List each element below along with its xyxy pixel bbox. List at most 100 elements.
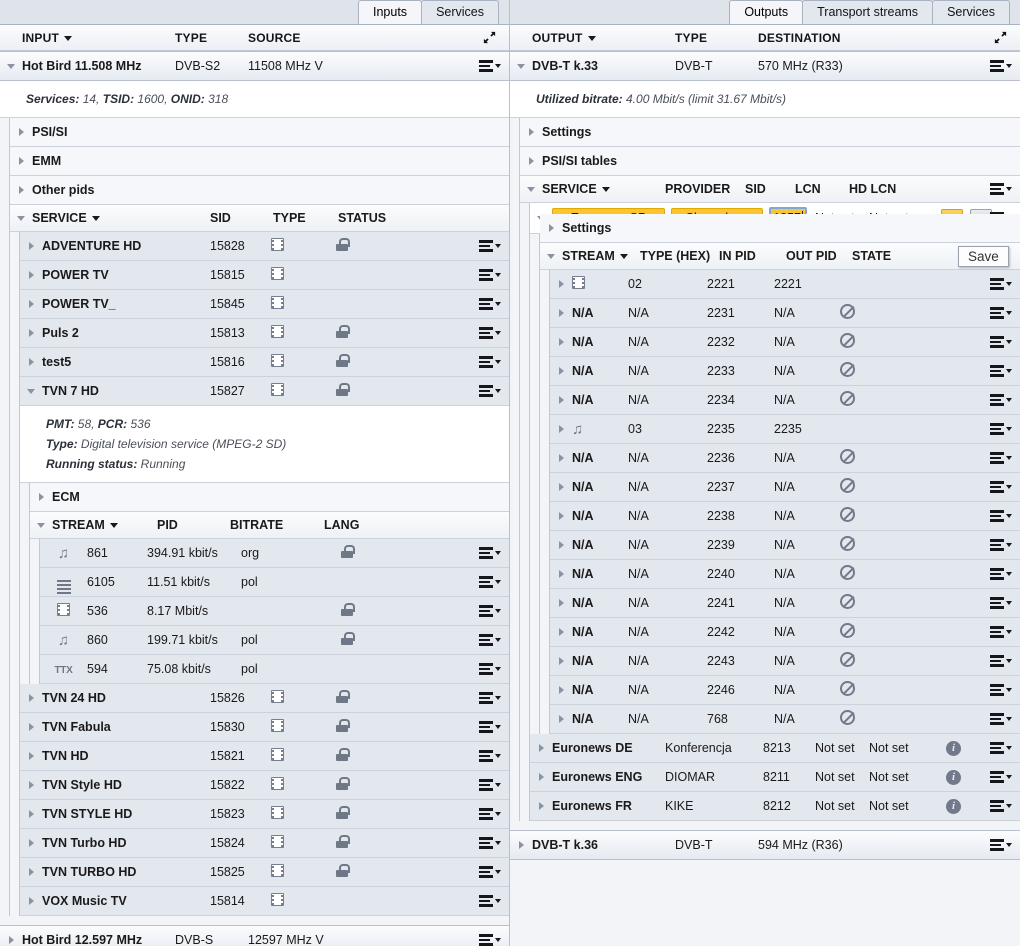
collapse-triangle-icon[interactable]	[20, 388, 42, 394]
column-source[interactable]: SOURCE	[248, 31, 301, 45]
expand-triangle-icon[interactable]	[550, 599, 572, 607]
table-row[interactable]: TVN TURBO HD 15825	[20, 858, 509, 887]
column-status[interactable]: STATUS	[338, 211, 386, 225]
column-bitrate[interactable]: BITRATE	[230, 518, 324, 532]
list-item[interactable]: N/A N/A 2246 N/A	[550, 676, 1020, 705]
row-menu-button[interactable]	[990, 763, 1012, 791]
list-item[interactable]: N/A N/A 2237 N/A	[550, 473, 1020, 502]
row-menu-button[interactable]	[479, 261, 501, 289]
row-menu-button[interactable]	[990, 386, 1012, 414]
expand-triangle-icon[interactable]	[10, 157, 32, 165]
expand-triangle-icon[interactable]	[550, 512, 572, 520]
expand-triangle-icon[interactable]	[20, 868, 42, 876]
list-item[interactable]: N/A N/A 768 N/A	[550, 705, 1020, 734]
row-menu-button[interactable]	[479, 684, 501, 712]
row-menu-button[interactable]	[990, 415, 1012, 443]
output-row-dvbt-k36[interactable]: DVB-T k.36 DVB-T 594 MHz (R36)	[510, 830, 1020, 860]
expand-all-icon[interactable]	[482, 30, 497, 48]
column-output[interactable]: OUTPUT	[510, 31, 675, 45]
column-out-pid[interactable]: OUT PID	[786, 249, 852, 263]
column-sid[interactable]: SID	[210, 211, 273, 225]
table-row[interactable]: TVN Turbo HD 15824	[20, 829, 509, 858]
section-emm[interactable]: EMM	[10, 147, 509, 176]
row-menu-button[interactable]	[479, 319, 501, 347]
table-row[interactable]: TVN Style HD 15822	[20, 771, 509, 800]
row-menu-button[interactable]	[479, 858, 501, 886]
row-menu-button[interactable]	[479, 887, 501, 915]
column-service[interactable]: SERVICE	[32, 211, 210, 225]
expand-triangle-icon[interactable]	[520, 128, 542, 136]
expand-triangle-icon[interactable]	[20, 810, 42, 818]
column-destination[interactable]: DESTINATION	[758, 31, 841, 45]
row-menu-button[interactable]	[479, 713, 501, 741]
expand-triangle-icon[interactable]	[520, 157, 542, 165]
column-sid[interactable]: SID	[745, 182, 795, 196]
output-row-dvbt-k33[interactable]: DVB-T k.33 DVB-T 570 MHz (R33)	[510, 51, 1020, 81]
list-item[interactable]: N/A N/A 2231 N/A	[550, 299, 1020, 328]
tab-inputs[interactable]: Inputs	[358, 0, 423, 24]
expand-triangle-icon[interactable]	[530, 773, 552, 781]
collapse-triangle-icon[interactable]	[540, 253, 562, 259]
column-type[interactable]: TYPE	[273, 211, 338, 225]
list-item[interactable]: 536 8.17 Mbit/s	[40, 597, 509, 626]
row-menu-button[interactable]	[990, 734, 1012, 762]
expand-triangle-icon[interactable]	[540, 224, 562, 232]
expand-triangle-icon[interactable]	[0, 936, 22, 944]
table-row-expanded[interactable]: TVN 7 HD 15827	[20, 377, 509, 406]
table-row[interactable]: TVN HD 15821	[20, 742, 509, 771]
column-lang[interactable]: LANG	[324, 518, 359, 532]
list-item[interactable]: N/A N/A 2243 N/A	[550, 647, 1020, 676]
table-row[interactable]: Euronews DE Konferencja 8213 Not set Not…	[530, 734, 1020, 763]
expand-triangle-icon[interactable]	[550, 483, 572, 491]
table-row[interactable]: VOX Music TV 15814	[20, 887, 509, 916]
table-row[interactable]: TVN 24 HD 15826	[20, 684, 509, 713]
section-settings[interactable]: Settings	[520, 118, 1020, 147]
table-row[interactable]: Euronews FR KIKE 8212 Not set Not set i	[530, 792, 1020, 821]
list-item[interactable]: N/A N/A 2233 N/A	[550, 357, 1020, 386]
collapse-triangle-icon[interactable]	[510, 63, 532, 69]
row-menu-button[interactable]	[479, 829, 501, 857]
row-menu-button[interactable]	[990, 502, 1012, 530]
row-menu-button[interactable]	[479, 539, 501, 567]
row-menu-button[interactable]	[479, 800, 501, 828]
section-other-pids[interactable]: Other pids	[10, 176, 509, 205]
input-menu-button[interactable]	[479, 926, 501, 946]
row-menu-button[interactable]	[990, 473, 1012, 501]
expand-triangle-icon[interactable]	[20, 897, 42, 905]
expand-triangle-icon[interactable]	[530, 802, 552, 810]
expand-triangle-icon[interactable]	[20, 694, 42, 702]
expand-triangle-icon[interactable]	[550, 715, 572, 723]
input-row-hotbird-12597[interactable]: Hot Bird 12.597 MHz DVB-S 12597 MHz V	[0, 925, 509, 946]
row-menu-button[interactable]	[990, 792, 1012, 820]
expand-all-icon[interactable]	[993, 30, 1008, 48]
expand-triangle-icon[interactable]	[510, 841, 532, 849]
row-menu-button[interactable]	[479, 597, 501, 625]
list-item[interactable]: TTX 594 75.08 kbit/s pol	[40, 655, 509, 684]
output-menu-button[interactable]	[990, 52, 1012, 80]
expand-triangle-icon[interactable]	[10, 186, 32, 194]
expand-triangle-icon[interactable]	[550, 396, 572, 404]
outputs-scroll-area[interactable]: DVB-T k.33 DVB-T 570 MHz (R33) Utilized …	[510, 51, 1020, 946]
row-menu-button[interactable]	[990, 531, 1012, 559]
expand-triangle-icon[interactable]	[20, 329, 42, 337]
section-settings[interactable]: Settings	[540, 214, 1020, 243]
row-menu-button[interactable]	[479, 290, 501, 318]
column-lcn[interactable]: LCN	[795, 182, 849, 196]
input-menu-button[interactable]	[479, 52, 501, 80]
table-row[interactable]: POWER TV 15815	[20, 261, 509, 290]
row-menu-button[interactable]	[479, 742, 501, 770]
collapse-triangle-icon[interactable]	[0, 63, 22, 69]
collapse-triangle-icon[interactable]	[30, 522, 52, 528]
expand-triangle-icon[interactable]	[20, 839, 42, 847]
expand-triangle-icon[interactable]	[20, 723, 42, 731]
list-item[interactable]: N/A N/A 2241 N/A	[550, 589, 1020, 618]
expand-triangle-icon[interactable]	[550, 309, 572, 317]
list-item[interactable]: N/A N/A 2239 N/A	[550, 531, 1020, 560]
table-row[interactable]: ADVENTURE HD 15828	[20, 232, 509, 261]
column-state[interactable]: STATE	[852, 249, 891, 263]
table-row[interactable]: TVN Fabula 15830	[20, 713, 509, 742]
row-menu-button[interactable]	[479, 568, 501, 596]
expand-triangle-icon[interactable]	[30, 493, 52, 501]
row-menu-button[interactable]	[990, 647, 1012, 675]
row-menu-button[interactable]	[479, 655, 501, 683]
